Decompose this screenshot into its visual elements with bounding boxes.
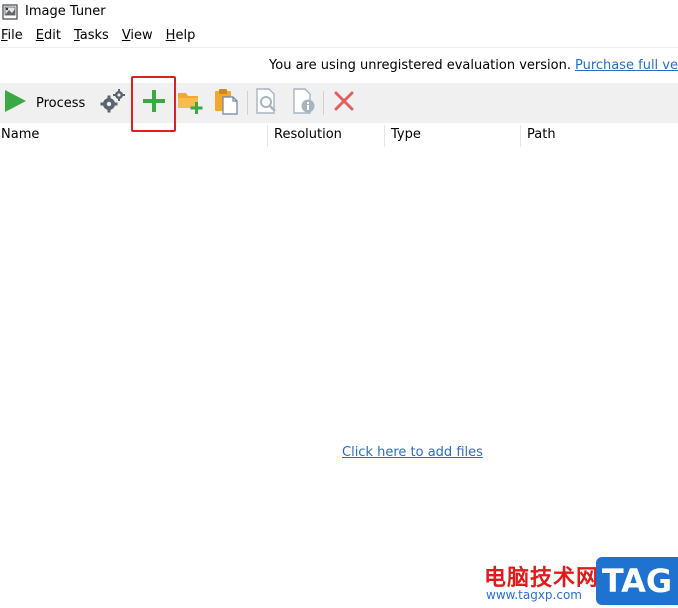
- add-folder-icon: [176, 88, 204, 118]
- watermark-url: www.tagxp.com: [486, 588, 582, 602]
- file-list-header: Name Resolution Type Path: [0, 123, 678, 147]
- preview-button[interactable]: [251, 83, 283, 123]
- menu-tasks[interactable]: Tasks: [74, 28, 109, 46]
- menu-help[interactable]: Help: [166, 28, 196, 46]
- evaluation-notice: You are using unregistered evaluation ve…: [269, 58, 678, 73]
- paste-icon: [212, 87, 240, 119]
- image-tuner-app-icon: [2, 4, 18, 20]
- evaluation-notice-text: You are using unregistered evaluation ve…: [269, 58, 571, 73]
- menu-divider: [0, 47, 678, 48]
- toolbar-divider: [323, 91, 324, 115]
- column-separator[interactable]: [520, 125, 521, 147]
- play-icon: [3, 89, 27, 117]
- menu-edit[interactable]: Edit: [36, 28, 61, 46]
- file-info-icon: [291, 87, 317, 119]
- process-label: Process: [36, 95, 86, 111]
- preview-icon: [254, 87, 280, 119]
- settings-button[interactable]: [98, 83, 128, 123]
- file-info-button[interactable]: [288, 83, 320, 123]
- column-separator[interactable]: [384, 125, 385, 147]
- column-type[interactable]: Type: [391, 127, 421, 142]
- window-title: Image Tuner: [25, 4, 106, 19]
- column-resolution[interactable]: Resolution: [274, 127, 342, 142]
- paste-button[interactable]: [210, 83, 242, 123]
- column-path[interactable]: Path: [527, 127, 556, 142]
- purchase-link[interactable]: Purchase full ve: [575, 58, 678, 73]
- add-folder-button[interactable]: [174, 83, 206, 123]
- menu-view[interactable]: View: [122, 28, 153, 46]
- toolbar-divider: [247, 91, 248, 115]
- title-bar: Image Tuner: [0, 0, 678, 26]
- remove-icon: [333, 90, 355, 116]
- file-list[interactable]: [0, 147, 678, 547]
- add-files-link[interactable]: Click here to add files: [342, 445, 483, 460]
- toolbar: Process: [0, 83, 678, 123]
- column-separator[interactable]: [267, 125, 268, 147]
- column-name[interactable]: Name: [1, 127, 39, 142]
- menu-file[interactable]: File: [1, 28, 23, 46]
- process-button[interactable]: Process: [0, 83, 90, 123]
- menu-bar: File Edit Tasks View Help: [0, 28, 208, 46]
- settings-gears-icon: [99, 88, 127, 118]
- remove-button[interactable]: [328, 83, 360, 123]
- watermark-tag-badge: TAG: [596, 557, 678, 605]
